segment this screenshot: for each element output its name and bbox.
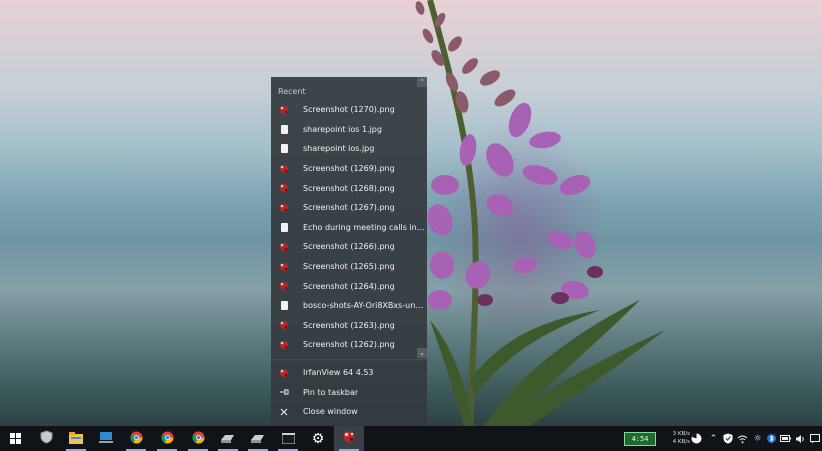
chrome-icon	[160, 429, 174, 448]
recent-item[interactable]: Echo during meeting calls in Micros...	[271, 218, 427, 238]
pie-progress-icon[interactable]	[691, 433, 702, 444]
jump-list-divider	[271, 359, 427, 360]
taskbar-chrome-2[interactable]	[152, 426, 182, 451]
download-speed: 4 KB/s	[672, 439, 690, 445]
recent-item-label: bosco-shots-AY-Ori8XBxs-unsplash....	[303, 301, 427, 311]
network-speed-meter[interactable]: 3 KB/s 4 KB/s	[662, 430, 690, 446]
taskbar: ⚙ 4:54 3 KB/s 4 KB/s ⌃ ☼	[0, 426, 822, 451]
drive-icon	[221, 429, 235, 448]
recent-item[interactable]: sharepoint ios 1.jpg	[271, 120, 427, 140]
irfanview-file-icon	[279, 203, 289, 213]
recent-item-label: Screenshot (1264).png	[303, 281, 395, 291]
recent-item[interactable]: bosco-shots-AY-Ori8XBxs-unsplash....	[271, 296, 427, 316]
taskbar-terminal[interactable]	[273, 426, 303, 451]
recent-item-label: sharepoint ios 1.jpg	[303, 124, 382, 134]
close-window-action[interactable]: Close window	[271, 402, 427, 422]
close-label: Close window	[303, 407, 358, 417]
notifications-icon[interactable]	[809, 433, 820, 444]
recent-item-label: Screenshot (1262).png	[303, 340, 395, 350]
open-irfanview-action[interactable]: IrfanView 64 4.53	[271, 363, 427, 383]
gear-icon: ⚙	[311, 430, 325, 447]
jump-list-actions: IrfanView 64 4.53 Pin to taskbar Close w…	[271, 363, 427, 422]
upload-speed: 3 KB/s	[672, 431, 690, 437]
scroll-down-button[interactable]: ⌄	[417, 348, 427, 358]
taskbar-chrome-1[interactable]	[121, 426, 151, 451]
irfanview-file-icon	[279, 105, 289, 115]
taskbar-settings[interactable]: ⚙	[303, 426, 333, 451]
irfanview-icon	[342, 429, 356, 448]
drive-icon	[251, 429, 265, 448]
irfanview-icon	[279, 368, 289, 378]
recent-item-label: Screenshot (1263).png	[303, 320, 395, 330]
taskbar-file-explorer[interactable]	[61, 426, 91, 451]
recent-item[interactable]: Screenshot (1270).png	[271, 100, 427, 120]
chrome-icon	[191, 429, 205, 448]
irfanview-file-icon	[279, 183, 289, 193]
recent-item[interactable]: Screenshot (1268).png	[271, 178, 427, 198]
wifi-icon[interactable]	[737, 433, 748, 444]
computer-icon	[99, 429, 113, 448]
battery-icon[interactable]	[780, 433, 791, 444]
shield-check-icon[interactable]	[722, 433, 733, 444]
chevron-down-icon: ⌄	[419, 349, 425, 357]
taskbar-irfanview[interactable]	[334, 426, 364, 451]
pin-icon	[279, 387, 289, 397]
folder-icon	[69, 429, 83, 448]
recent-item-label: Screenshot (1268).png	[303, 183, 395, 193]
recent-item-label: Screenshot (1265).png	[303, 262, 395, 272]
start-button[interactable]	[0, 426, 30, 451]
irfanview-file-icon	[279, 320, 289, 330]
app-name-label: IrfanView 64 4.53	[303, 368, 374, 378]
terminal-icon	[281, 429, 295, 448]
brightness-icon[interactable]: ☼	[752, 433, 763, 444]
recent-item[interactable]: Screenshot (1265).png	[271, 257, 427, 277]
taskbar-security-app[interactable]	[31, 426, 61, 451]
recent-item[interactable]: Screenshot (1266).png	[271, 237, 427, 257]
recent-item-label: Screenshot (1267).png	[303, 203, 395, 213]
pin-to-taskbar-action[interactable]: Pin to taskbar	[271, 383, 427, 403]
irfanview-file-icon	[279, 281, 289, 291]
taskbar-drive-1[interactable]	[213, 426, 243, 451]
close-icon	[279, 407, 289, 417]
taskbar-chrome-3[interactable]	[183, 426, 213, 451]
recent-item[interactable]: Screenshot (1269).png	[271, 159, 427, 179]
document-icon	[279, 301, 289, 311]
recent-item-label: Screenshot (1266).png	[303, 242, 395, 252]
chevron-up-icon: ⌃	[419, 78, 425, 86]
irfanview-file-icon	[279, 262, 289, 272]
recent-files-list: Screenshot (1270).png sharepoint ios 1.j…	[271, 100, 427, 355]
recent-item[interactable]: Screenshot (1267).png	[271, 198, 427, 218]
recent-item-label: Screenshot (1270).png	[303, 105, 395, 115]
show-hidden-icons-chevron-icon[interactable]: ⌃	[708, 433, 719, 444]
recent-item[interactable]: Screenshot (1263).png	[271, 316, 427, 336]
recent-section-title: Recent	[278, 87, 306, 96]
scroll-up-button[interactable]: ⌃	[417, 77, 427, 87]
recent-item[interactable]: sharepoint ios.jpg	[271, 139, 427, 159]
document-icon	[279, 124, 289, 134]
irfanview-file-icon	[279, 242, 289, 252]
shield-icon	[40, 429, 53, 448]
chrome-icon	[129, 429, 143, 448]
document-icon	[279, 144, 289, 154]
windows-logo-icon	[9, 429, 21, 448]
taskbar-this-pc[interactable]	[91, 426, 121, 451]
recent-item-label: Echo during meeting calls in Micros...	[303, 222, 427, 232]
battery-meter-widget[interactable]: 4:54	[624, 432, 656, 446]
recent-item-label: sharepoint ios.jpg	[303, 144, 375, 154]
volume-icon[interactable]	[795, 433, 806, 444]
pin-label: Pin to taskbar	[303, 387, 359, 397]
irfanview-jump-list: Recent ⌃ Screenshot (1270).png sharepoin…	[271, 77, 427, 426]
irfanview-file-icon	[279, 164, 289, 174]
bluetooth-icon[interactable]	[766, 433, 777, 444]
document-icon	[279, 222, 289, 232]
irfanview-file-icon	[279, 340, 289, 350]
recent-item[interactable]: Screenshot (1264).png	[271, 276, 427, 296]
taskbar-drive-2[interactable]	[243, 426, 273, 451]
recent-item[interactable]: Screenshot (1262).png	[271, 335, 427, 355]
recent-item-label: Screenshot (1269).png	[303, 164, 395, 174]
